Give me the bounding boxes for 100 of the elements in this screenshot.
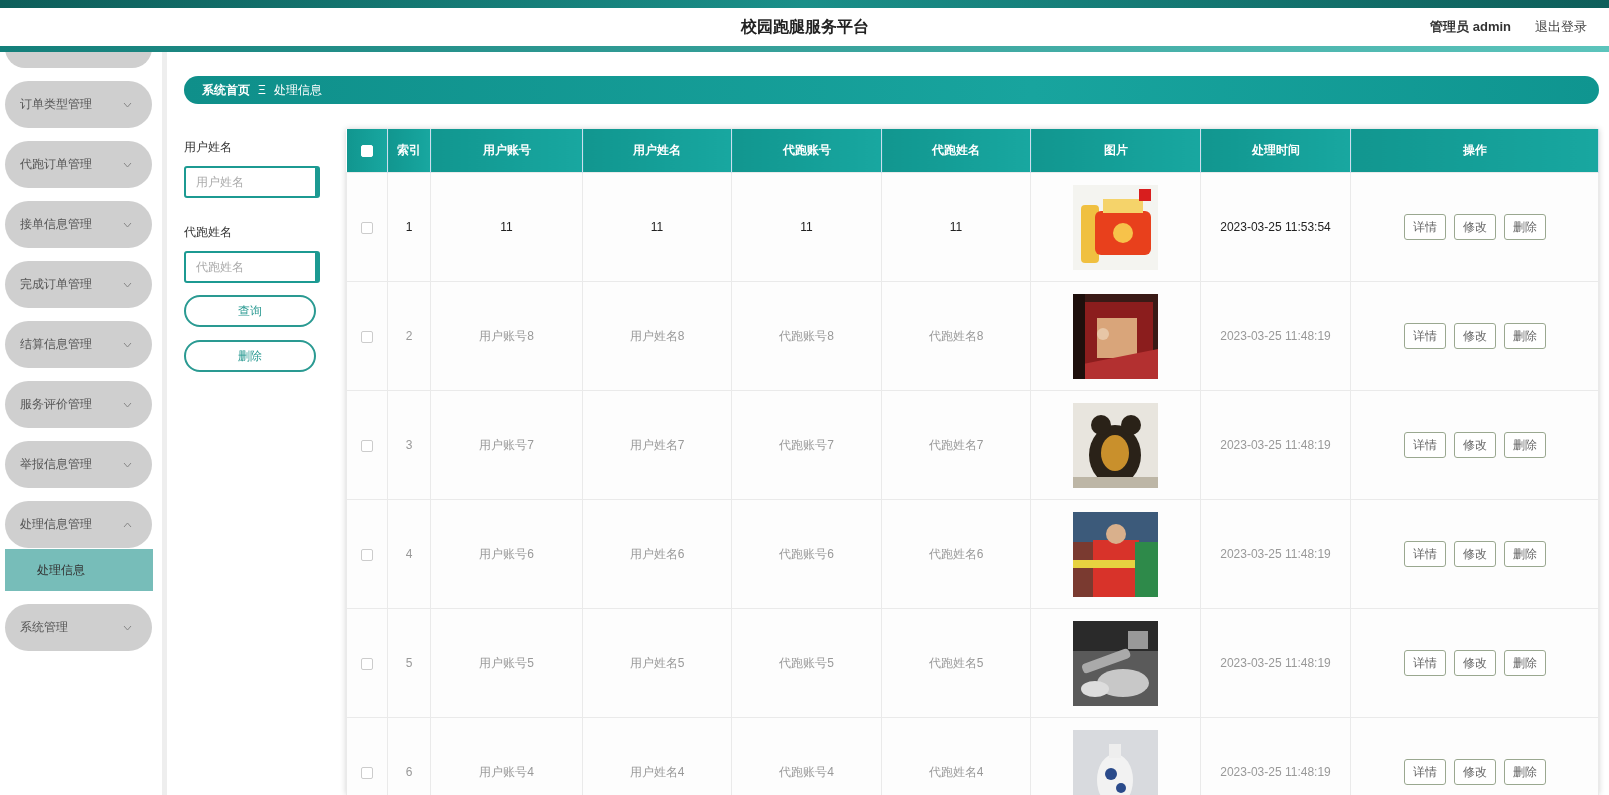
delete-button[interactable]: 删除: [1503, 759, 1546, 785]
sidebar-subitem[interactable]: 处理信息: [5, 549, 153, 591]
column-header: 图片: [1030, 129, 1201, 173]
column-header: 代跑姓名: [881, 129, 1031, 173]
edit-button[interactable]: 修改: [1453, 759, 1496, 785]
table-cell: 代跑账号7: [731, 390, 882, 500]
delete-button[interactable]: 删除: [184, 340, 316, 372]
sidebar-item[interactable]: 服务评价管理: [5, 381, 152, 428]
sidebar-item[interactable]: 代跑订单管理: [5, 141, 152, 188]
table-cell: 代跑账号4: [731, 717, 882, 795]
logout-link[interactable]: 退出登录: [1535, 18, 1587, 36]
sidebar-item[interactable]: 处理信息管理: [5, 501, 152, 548]
table-cell: 代跑姓名8: [881, 281, 1031, 391]
sidebar-item[interactable]: 举报信息管理: [5, 441, 152, 488]
field-label: 用户姓名: [184, 139, 233, 156]
edit-button[interactable]: 修改: [1453, 432, 1496, 458]
app-title: 校园跑腿服务平台: [740, 16, 869, 37]
table-cell: 4: [387, 499, 431, 609]
delete-button[interactable]: 删除: [1503, 650, 1546, 676]
checkbox[interactable]: [361, 330, 373, 343]
delete-button[interactable]: 删除: [1503, 541, 1546, 567]
table-cell: 代跑姓名4: [881, 717, 1031, 795]
sidebar-item[interactable]: 接单信息管理: [5, 201, 152, 248]
table-cell: 用户账号5: [430, 608, 583, 718]
table-cell: 用户账号6: [430, 499, 583, 609]
table-cell: 2023-03-25 11:48:19: [1200, 717, 1351, 795]
checkbox[interactable]: [361, 548, 373, 561]
table-cell: 用户姓名7: [582, 390, 732, 500]
edit-button[interactable]: 修改: [1453, 214, 1496, 240]
detail-button[interactable]: 详情: [1403, 759, 1446, 785]
sidebar-item[interactable]: 结算信息管理: [5, 321, 152, 368]
table-cell: 代跑姓名6: [881, 499, 1031, 609]
table-cell: 用户账号7: [430, 390, 583, 500]
table-cell: 2023-03-25 11:53:54: [1200, 172, 1351, 282]
table-cell: 2023-03-25 11:48:19: [1200, 608, 1351, 718]
table-cell: 11: [881, 172, 1031, 282]
column-header: 操作: [1350, 129, 1599, 173]
breadcrumb-current: 处理信息: [273, 81, 322, 99]
table-cell: 11: [430, 172, 583, 282]
table-cell: 代跑姓名5: [881, 608, 1031, 718]
checkbox[interactable]: [361, 221, 373, 234]
chevron-down-icon: [123, 101, 132, 108]
input-field[interactable]: 代跑姓名: [184, 251, 320, 283]
table-cell: 用户账号4: [430, 717, 583, 795]
chevron-down-icon: [123, 281, 132, 288]
table-cell: 代跑账号8: [731, 281, 882, 391]
chevron-down-icon: [123, 341, 132, 348]
column-header: 用户姓名: [582, 129, 732, 173]
table-cell: 11: [731, 172, 882, 282]
table-cell: 用户姓名5: [582, 608, 732, 718]
search-button[interactable]: 查询: [184, 295, 316, 327]
detail-button[interactable]: 详情: [1403, 650, 1446, 676]
table-cell: 5: [387, 608, 431, 718]
field-label: 代跑姓名: [184, 224, 233, 241]
input-field[interactable]: 用户姓名: [184, 166, 320, 198]
edit-button[interactable]: 修改: [1453, 541, 1496, 567]
chevron-up-icon: [123, 521, 132, 528]
table-cell: 2023-03-25 11:48:19: [1200, 390, 1351, 500]
table-cell: 代跑账号6: [731, 499, 882, 609]
table-cell: 用户姓名6: [582, 499, 732, 609]
column-header: 用户账号: [430, 129, 583, 173]
chevron-down-icon: [123, 161, 132, 168]
admin-label: 管理员 admin: [1430, 18, 1511, 36]
table-cell: 6: [387, 717, 431, 795]
detail-button[interactable]: 详情: [1403, 323, 1446, 349]
column-header: 处理时间: [1200, 129, 1351, 173]
table-cell: 用户姓名4: [582, 717, 732, 795]
sidebar-item[interactable]: [5, 52, 152, 68]
checkbox[interactable]: [361, 766, 373, 779]
table-cell: 1: [387, 172, 431, 282]
chevron-down-icon: [123, 624, 132, 631]
detail-button[interactable]: 详情: [1403, 432, 1446, 458]
breadcrumb-separator: Ξ: [258, 83, 266, 97]
detail-button[interactable]: 详情: [1403, 214, 1446, 240]
table-cell: 用户账号8: [430, 281, 583, 391]
delete-button[interactable]: 删除: [1503, 214, 1546, 240]
table-cell: 用户姓名8: [582, 281, 732, 391]
chevron-down-icon: [123, 461, 132, 468]
checkbox[interactable]: [361, 439, 373, 452]
column-header: 索引: [387, 129, 431, 173]
column-header: 代跑账号: [731, 129, 882, 173]
detail-button[interactable]: 详情: [1403, 541, 1446, 567]
edit-button[interactable]: 修改: [1453, 650, 1496, 676]
chevron-down-icon: [123, 401, 132, 408]
table-cell: 2: [387, 281, 431, 391]
table-cell: 11: [582, 172, 732, 282]
table-cell: 代跑姓名7: [881, 390, 1031, 500]
table-cell: 2023-03-25 11:48:19: [1200, 281, 1351, 391]
delete-button[interactable]: 删除: [1503, 432, 1546, 458]
delete-button[interactable]: 删除: [1503, 323, 1546, 349]
checkbox[interactable]: [361, 657, 373, 670]
sidebar-item[interactable]: 系统管理: [5, 604, 152, 651]
chevron-down-icon: [123, 221, 132, 228]
sidebar-item[interactable]: 完成订单管理: [5, 261, 152, 308]
breadcrumb-home-link[interactable]: 系统首页: [202, 81, 250, 99]
edit-button[interactable]: 修改: [1453, 323, 1496, 349]
table-cell: 代跑账号5: [731, 608, 882, 718]
sidebar-item[interactable]: 订单类型管理: [5, 81, 152, 128]
table-cell: 2023-03-25 11:48:19: [1200, 499, 1351, 609]
table-cell: 3: [387, 390, 431, 500]
